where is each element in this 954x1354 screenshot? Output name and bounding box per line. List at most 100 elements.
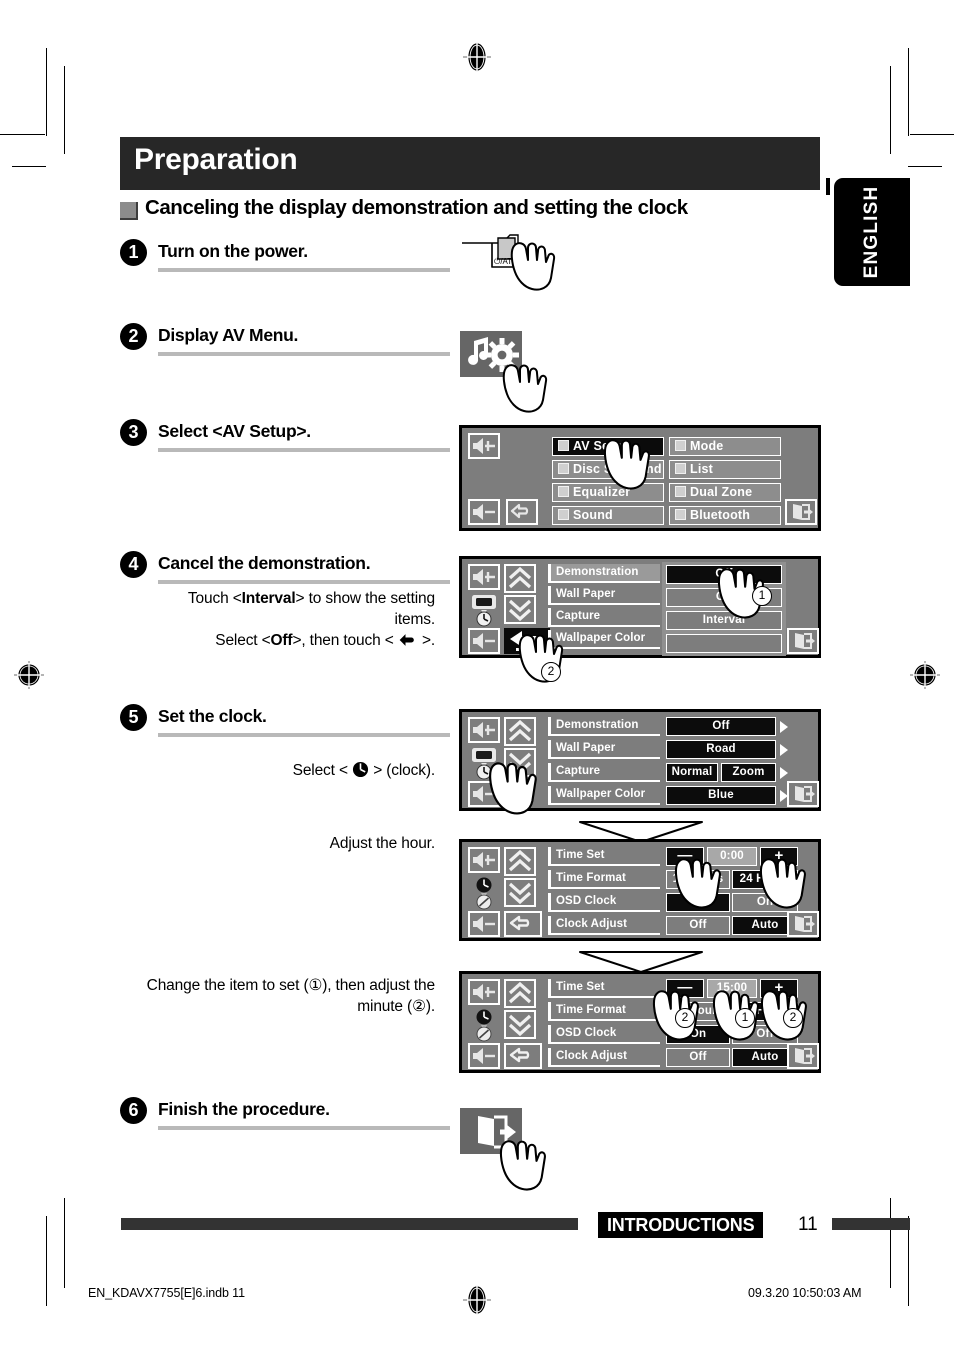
clock-angle-toggle-icon[interactable]	[468, 876, 500, 910]
crop-mark	[0, 134, 45, 135]
crop-mark	[908, 166, 942, 167]
page-title: Preparation	[134, 143, 298, 176]
exit-icon[interactable]	[785, 499, 817, 525]
volume-down-icon[interactable]	[468, 1043, 500, 1069]
scroll-down-icon[interactable]	[504, 595, 536, 624]
footer-section-tag: INTRODUCTIONS	[598, 1212, 764, 1238]
step-2-number: 2	[120, 323, 147, 350]
setting-row-label[interactable]: Time Format	[548, 1002, 660, 1021]
exit-icon[interactable]	[787, 628, 819, 654]
volume-up-icon[interactable]	[468, 979, 500, 1005]
step-4-line-3: Select <Off>, then touch < >.	[120, 630, 435, 654]
value-wallpaper-color[interactable]: Blue	[666, 786, 776, 805]
chevron-right-icon	[780, 744, 788, 756]
volume-down-icon[interactable]	[468, 628, 500, 654]
step-1-number: 1	[120, 239, 147, 266]
setting-row-label[interactable]: Time Set	[548, 847, 660, 866]
step-6-number: 6	[120, 1097, 147, 1124]
footer-page-number: 11	[798, 1214, 818, 1235]
clock-adjust-off[interactable]: Off	[666, 1048, 730, 1067]
display-clock-toggle-icon[interactable]	[468, 593, 500, 627]
section-heading-text: Canceling the display demonstration and …	[145, 196, 688, 219]
exit-icon[interactable]	[787, 781, 819, 807]
step-1: 1 Turn on the power.	[120, 239, 460, 279]
step-6: 6 Finish the procedure.	[120, 1097, 460, 1137]
step-4-line-1: Touch <Interval> to show the setting	[187, 590, 435, 607]
scroll-up-icon[interactable]	[504, 717, 536, 746]
callout-1: 1	[752, 586, 772, 606]
value-wall-paper[interactable]: Road	[666, 740, 776, 759]
callout-2: 2	[541, 662, 561, 682]
value-empty[interactable]	[666, 634, 782, 653]
step-5-minute-line-2: minute (②).	[357, 998, 435, 1015]
scroll-up-icon[interactable]	[504, 564, 536, 593]
step-4-instructions: Touch <Interval> to show the setting ite…	[120, 588, 435, 654]
setting-row-label[interactable]: Time Format	[548, 870, 660, 889]
menu-item-bluetooth[interactable]: Bluetooth	[669, 506, 781, 525]
registration-mark-top	[463, 42, 491, 72]
exit-icon[interactable]	[787, 1043, 819, 1069]
touch-hand-icon	[757, 856, 809, 910]
step-4-rule	[158, 580, 450, 584]
setting-row-label[interactable]: OSD Clock	[548, 893, 660, 912]
setting-row-label[interactable]: Capture	[548, 763, 660, 782]
value-capture-zoom[interactable]: Zoom	[721, 763, 776, 782]
menu-item-mode[interactable]: Mode	[669, 437, 781, 456]
back-arrow-icon[interactable]	[506, 499, 538, 525]
clock-angle-toggle-icon[interactable]	[468, 1008, 500, 1042]
setting-row-label[interactable]: Time Set	[548, 979, 660, 998]
value-capture-normal[interactable]: Normal	[666, 763, 718, 782]
section-bullet-icon	[120, 202, 138, 220]
scroll-up-icon[interactable]	[504, 847, 536, 876]
clock-adjust-off[interactable]: Off	[666, 916, 730, 935]
volume-down-icon[interactable]	[468, 911, 500, 937]
setting-row-label[interactable]: OSD Clock	[548, 1025, 660, 1044]
step-4-number: 4	[120, 551, 147, 578]
step-4: 4 Cancel the demonstration.	[120, 551, 460, 591]
volume-up-icon[interactable]	[468, 847, 500, 873]
setting-row-label[interactable]: Wall Paper	[548, 586, 660, 605]
callout-2: 2	[783, 1008, 803, 1028]
mode-icon	[675, 440, 686, 451]
setting-row-label[interactable]: Capture	[548, 608, 660, 627]
back-arrow-icon[interactable]	[504, 911, 542, 937]
volume-down-icon[interactable]	[468, 499, 500, 525]
language-tab-label: ENGLISH	[861, 185, 882, 279]
callout-1: 1	[735, 1008, 755, 1028]
colophon-filename: EN_KDAVX7755[E]6.indb 11	[88, 1286, 245, 1300]
crop-mark	[46, 1216, 47, 1306]
step-6-rule	[158, 1126, 450, 1130]
step-4-title: Cancel the demonstration.	[158, 553, 371, 573]
setting-row-label[interactable]: Clock Adjust	[548, 1048, 660, 1067]
menu-item-dual-zone[interactable]: Dual Zone	[669, 483, 781, 502]
page-title-bar: Preparation	[120, 137, 820, 190]
back-arrow-inline-icon	[398, 632, 418, 654]
volume-up-icon[interactable]	[468, 717, 500, 743]
setting-row-label[interactable]: Wall Paper	[548, 740, 660, 759]
crop-mark	[12, 166, 46, 167]
value-demonstration[interactable]: Off	[666, 717, 776, 736]
scroll-down-icon[interactable]	[504, 1010, 536, 1039]
touch-hand-icon	[500, 362, 550, 414]
setting-row-label[interactable]: Demonstration	[548, 564, 660, 583]
setting-row-label[interactable]: Wallpaper Color	[548, 786, 660, 805]
touch-hand-icon	[672, 856, 724, 910]
setting-row-label[interactable]: Demonstration	[548, 717, 660, 736]
exit-icon[interactable]	[787, 911, 819, 937]
crop-mark	[64, 1198, 65, 1288]
step-5-adjust-minute: Change the item to set (①), then adjust …	[120, 975, 435, 1017]
scroll-up-icon[interactable]	[504, 979, 536, 1008]
callout-2: 2	[675, 1008, 695, 1028]
volume-up-icon[interactable]	[468, 433, 500, 459]
back-arrow-icon[interactable]	[504, 1043, 542, 1069]
step-5-minute-line-1: Change the item to set (①), then adjust …	[146, 977, 435, 994]
volume-up-icon[interactable]	[468, 564, 500, 590]
scroll-down-icon[interactable]	[504, 878, 536, 907]
menu-item-list[interactable]: List	[669, 460, 781, 479]
step-1-title: Turn on the power.	[158, 241, 308, 261]
footer-rule	[121, 1218, 578, 1230]
step-4-line-2: items.	[394, 611, 436, 628]
menu-item-sound[interactable]: Sound	[552, 506, 664, 525]
clock-inline-icon	[352, 761, 369, 784]
setting-row-label[interactable]: Clock Adjust	[548, 916, 660, 935]
